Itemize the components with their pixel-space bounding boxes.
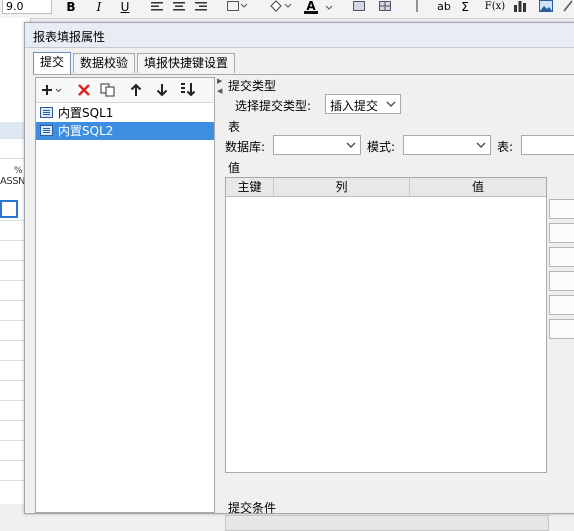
tab-shortcut-settings[interactable]: 填报快捷键设置 (137, 53, 235, 73)
formula-button[interactable]: F(x) (484, 0, 506, 14)
table-select[interactable] (521, 135, 574, 155)
side-button-smart[interactable]: 智 (549, 271, 574, 291)
move-to-bottom-icon[interactable] (178, 80, 198, 100)
table-label: 表: (497, 140, 514, 154)
merge-cells-icon[interactable] (352, 0, 366, 14)
delete-icon[interactable] (74, 80, 94, 100)
collapse-arrow-icon[interactable]: ▶ (217, 77, 222, 85)
align-left-icon[interactable] (150, 0, 164, 14)
chevron-down-icon[interactable] (382, 95, 400, 113)
submit-type-value: 插入提交 (330, 99, 379, 113)
tab-submit[interactable]: 提交 (33, 52, 71, 74)
tree-item-sql1[interactable]: 内置SQL1 (36, 104, 214, 122)
column-header-primary-key[interactable]: 主键 (226, 178, 274, 196)
underline-button[interactable]: U (118, 0, 132, 14)
schema-select[interactable] (403, 135, 491, 155)
text-cursor-icon[interactable] (412, 0, 422, 14)
chevron-down-icon[interactable] (342, 136, 360, 154)
chevron-down-icon[interactable] (472, 136, 490, 154)
image-icon[interactable] (538, 0, 554, 14)
sql-icon (40, 107, 53, 118)
sql-list-panel: 内置SQL1 内置SQL2 (35, 77, 215, 513)
bold-button[interactable]: B (64, 0, 78, 14)
value-group-label: 值 (228, 161, 241, 175)
side-button-1[interactable] (549, 199, 574, 219)
selected-cell[interactable] (0, 200, 18, 218)
sigma-icon[interactable]: Σ (458, 0, 472, 14)
split-cells-icon[interactable] (378, 0, 392, 14)
chevron-down-icon[interactable] (324, 0, 334, 14)
side-button-5[interactable] (549, 295, 574, 315)
submit-type-select[interactable]: 插入提交 (325, 94, 401, 114)
report-fill-properties-dialog: 报表填报属性 提交 数据校验 填报快捷键设置 内置SQL1 内置SQL2 ▶ ◀… (24, 22, 574, 531)
italic-button[interactable]: I (92, 0, 106, 14)
submit-condition-area[interactable] (225, 515, 549, 531)
cell-marker: % (13, 166, 23, 176)
side-button-3[interactable] (549, 247, 574, 267)
submit-type-label: 选择提交类型: (235, 99, 312, 113)
fill-color-icon[interactable] (268, 0, 294, 14)
value-mapping-table[interactable]: 主键 列 值 (225, 177, 547, 473)
align-right-icon[interactable] (194, 0, 208, 14)
tree-item-sql2[interactable]: 内置SQL2 (36, 122, 214, 140)
sql-icon (40, 125, 53, 136)
move-up-icon[interactable] (126, 80, 146, 100)
table-group-label: 表 (228, 120, 241, 134)
align-center-icon[interactable] (172, 0, 186, 14)
expand-arrow-icon[interactable]: ◀ (217, 87, 222, 95)
side-button-6[interactable] (549, 319, 574, 339)
app-toolbar: 9.0 B I U A ab Σ F(x) (0, 0, 574, 19)
insert-text-button[interactable]: ab (434, 0, 454, 14)
border-icon[interactable] (226, 0, 248, 14)
add-dropdown-button[interactable] (40, 80, 64, 100)
column-header-value[interactable]: 值 (410, 178, 546, 196)
panel-splitter[interactable]: ▶ ◀ (217, 77, 223, 513)
submit-type-group-label: 提交类型 (228, 79, 277, 93)
tree-item-label: 内置SQL2 (58, 124, 114, 138)
font-size-field[interactable]: 9.0 (2, 0, 52, 14)
database-label: 数据库: (225, 140, 266, 154)
column-header-column[interactable]: 列 (274, 178, 410, 196)
schema-label: 模式: (367, 140, 396, 154)
submit-condition-label: 提交条件 (228, 501, 277, 515)
dialog-title: 报表填报属性 (33, 30, 106, 44)
database-select[interactable] (273, 135, 361, 155)
copy-icon[interactable] (98, 80, 118, 100)
submit-settings-panel: 提交类型 选择提交类型: 插入提交 表 数据库: 模式: 表: 值 主键 列 值 (225, 77, 574, 531)
dialog-titlebar[interactable]: 报表填报属性 (25, 23, 574, 48)
list-toolbar (36, 78, 214, 103)
table-header: 主键 列 值 (226, 178, 546, 197)
side-button-2[interactable] (549, 223, 574, 243)
text-color-button[interactable]: A (304, 0, 318, 14)
move-down-icon[interactable] (152, 80, 172, 100)
more-tools-icon[interactable] (562, 0, 574, 14)
tab-data-validation[interactable]: 数据校验 (73, 53, 135, 73)
tree-item-label: 内置SQL1 (58, 106, 114, 120)
chart-icon[interactable] (512, 0, 528, 14)
